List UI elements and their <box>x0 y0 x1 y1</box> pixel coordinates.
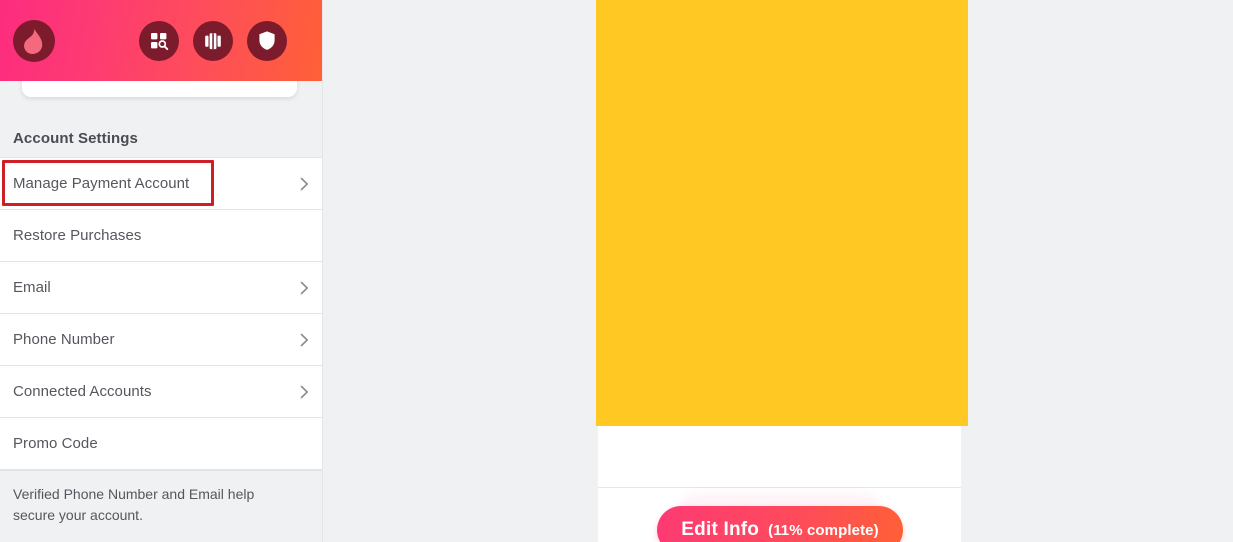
header-actions <box>139 20 287 61</box>
app-header <box>0 0 323 81</box>
chevron-right-icon <box>300 177 309 191</box>
shield-icon[interactable] <box>247 20 287 61</box>
settings-row-manage-payment-account[interactable]: Manage Payment Account <box>0 158 323 210</box>
profile-photo[interactable] <box>596 0 968 426</box>
edit-info-label: Edit Info <box>681 519 760 540</box>
row-label: Restore Purchases <box>13 227 142 244</box>
settings-column: Account Settings Manage Payment Account … <box>0 0 323 542</box>
settings-row-promo-code[interactable]: Promo Code <box>0 418 323 470</box>
app-root: Edit Info (11% complete) Account Setting… <box>0 0 1233 542</box>
settings-list: Manage Payment Account Restore Purchases… <box>0 157 323 470</box>
settings-row-restore-purchases[interactable]: Restore Purchases <box>0 210 323 262</box>
chevron-right-icon <box>300 281 309 295</box>
tinder-flame-icon[interactable] <box>13 19 55 62</box>
settings-row-email[interactable]: Email <box>0 262 323 314</box>
chevron-right-icon <box>300 385 309 399</box>
settings-row-phone-number[interactable]: Phone Number <box>0 314 323 366</box>
explore-grid-search-icon[interactable] <box>139 20 179 61</box>
edit-info-progress: (11% complete) <box>768 521 879 539</box>
verified-info-note: Verified Phone Number and Email help sec… <box>0 470 323 542</box>
chevron-right-icon <box>300 333 309 347</box>
row-label: Phone Number <box>13 331 115 348</box>
settings-row-connected-accounts[interactable]: Connected Accounts <box>0 366 323 418</box>
column-divider <box>322 0 323 542</box>
row-label: Email <box>13 279 51 296</box>
profile-info-panel <box>598 426 961 487</box>
row-label: Promo Code <box>13 435 98 452</box>
row-label: Manage Payment Account <box>13 175 190 192</box>
section-title: Account Settings <box>13 129 138 147</box>
briefcase-icon[interactable] <box>193 20 233 61</box>
row-label: Connected Accounts <box>13 383 152 400</box>
edit-info-button[interactable]: Edit Info (11% complete) <box>657 506 903 542</box>
